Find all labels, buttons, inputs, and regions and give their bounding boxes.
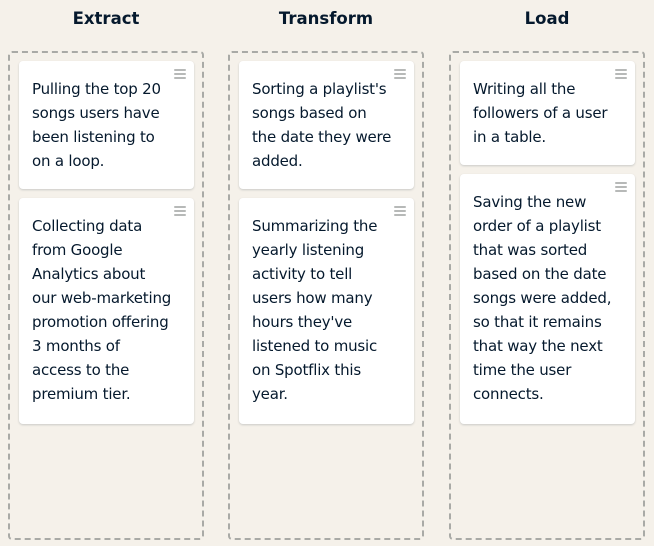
card-text: Sorting a playlist's songs based on the … (252, 80, 392, 170)
dropzone-load[interactable]: Writing all the followers of a user in a… (449, 51, 645, 540)
drag-handle-icon[interactable] (174, 69, 186, 80)
card-text: Pulling the top 20 songs users have been… (32, 80, 161, 170)
drag-handle-icon[interactable] (615, 69, 627, 80)
card[interactable]: Writing all the followers of a user in a… (460, 61, 635, 165)
card[interactable]: Saving the new order of a playlist that … (460, 174, 635, 424)
drag-handle-icon[interactable] (394, 69, 406, 80)
card-text: Writing all the followers of a user in a… (473, 80, 608, 146)
card[interactable]: Pulling the top 20 songs users have been… (19, 61, 194, 189)
drag-handle-icon[interactable] (615, 182, 627, 193)
drag-handle-icon[interactable] (394, 206, 406, 217)
card-text: Saving the new order of a playlist that … (473, 193, 612, 403)
card-text: Summarizing the yearly listening activit… (252, 217, 378, 403)
card[interactable]: Summarizing the yearly listening activit… (239, 198, 414, 424)
column-title: Transform (278, 9, 374, 28)
dropzone-transform[interactable]: Sorting a playlist's songs based on the … (228, 51, 424, 540)
column-title: Extract (72, 9, 140, 28)
card[interactable]: Sorting a playlist's songs based on the … (239, 61, 414, 189)
card[interactable]: Collecting data from Google Analytics ab… (19, 198, 194, 424)
card-text: Collecting data from Google Analytics ab… (32, 217, 172, 403)
drag-handle-icon[interactable] (174, 206, 186, 217)
dropzone-extract[interactable]: Pulling the top 20 songs users have been… (8, 51, 204, 540)
column-title: Load (524, 9, 570, 28)
